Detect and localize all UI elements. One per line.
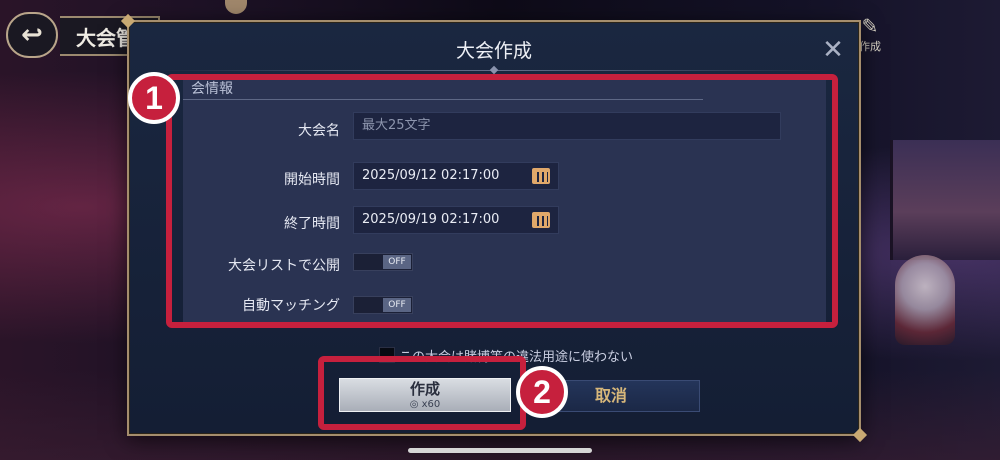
background-window [890, 140, 1000, 260]
background-doll [895, 255, 955, 345]
back-button[interactable]: ↩ [6, 12, 58, 58]
highlight-box-settings [166, 74, 838, 328]
create-icon-label: 作成 [859, 40, 881, 53]
back-arrow-icon: ↩ [21, 20, 43, 50]
title-divider [155, 70, 833, 71]
step-badge-1: 1 [128, 72, 180, 124]
step-badge-2: 2 [516, 366, 568, 418]
home-indicator [408, 448, 592, 453]
create-icon: ✎ [861, 14, 879, 38]
dialog-title: 大会作成 [455, 40, 532, 62]
highlight-box-create [318, 356, 526, 430]
close-icon[interactable]: ✕ [819, 36, 847, 64]
